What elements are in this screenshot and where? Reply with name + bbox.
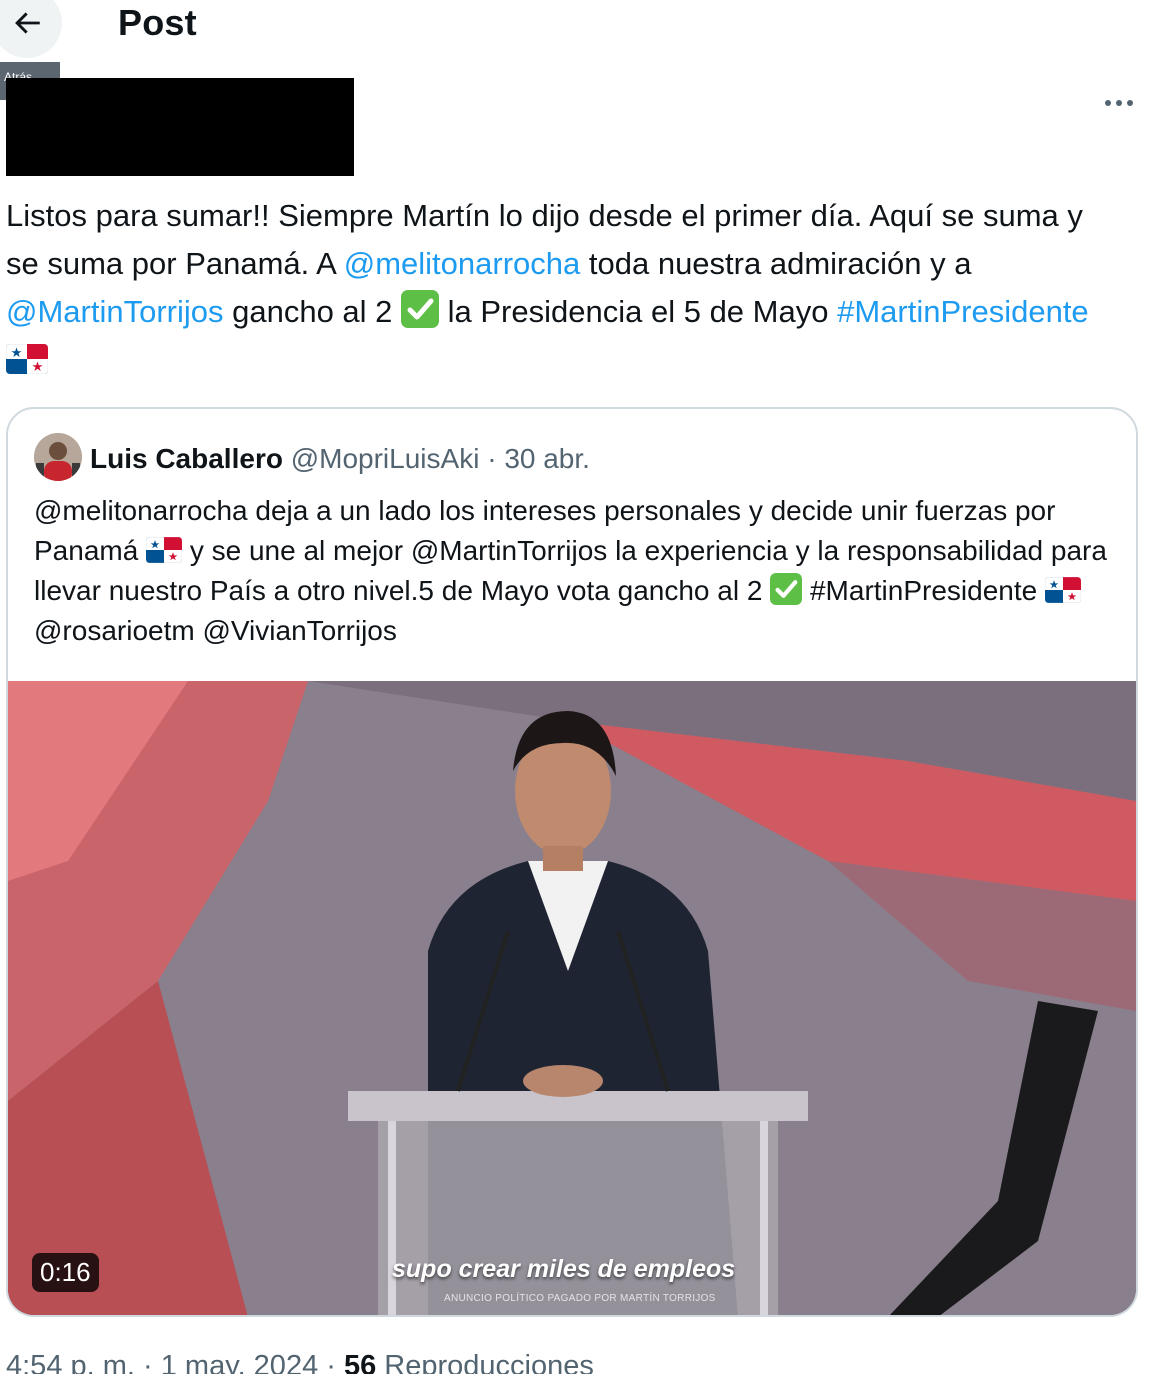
quoted-post-header: Luis Caballero @MopriLuisAki · 30 abr. [90,443,590,475]
tweet-text-part: gancho al 2 [223,294,402,329]
tweet-text-part: toda nuestra admiración y a [580,246,972,281]
post-metadata: 4:54 p. m. · 1 may. 2024 · 56 Reproducci… [6,1350,594,1374]
check-mark-emoji [770,573,803,605]
separator-dot: · [318,1350,344,1374]
more-options-button[interactable] [1100,86,1138,120]
post-time[interactable]: 4:54 p. m. [6,1350,135,1374]
quoted-post-date[interactable]: 30 abr. [504,443,590,474]
quoted-author-name[interactable]: Luis Caballero [90,443,283,474]
quoted-author-handle[interactable]: @MopriLuisAki [291,443,480,474]
arrow-left-icon [15,12,40,34]
quoted-post-card[interactable]: Luis Caballero @MopriLuisAki · 30 abr. @… [6,407,1138,1317]
separator-dot: · [487,443,497,474]
mention-link-melitonarrocha[interactable]: @melitonarrocha [344,246,581,281]
avatar[interactable] [34,433,82,481]
quoted-text-part: #MartinPresidente [802,575,1045,606]
panama-flag-emoji [1044,574,1082,604]
views-label: Reproducciones [376,1350,594,1374]
panama-flag-emoji [5,340,49,375]
post-header: Atrás Post [0,0,1174,100]
separator-dot: · [134,1350,161,1374]
post-date[interactable]: 1 may. 2024 [161,1350,318,1374]
tweet-text-part: la Presidencia el 5 de Mayo [439,294,838,329]
video-caption: supo crear miles de empleos [392,1255,736,1283]
more-horizontal-icon [1105,100,1133,106]
views-count: 56 [343,1350,377,1374]
video-player[interactable]: 0:16 supo crear miles de empleos ANUNCIO… [8,681,1136,1315]
quoted-text-part: @rosarioetm @VivianTorrijos [34,615,397,646]
redacted-author [6,78,354,176]
hashtag-link-martinpresidente[interactable]: #MartinPresidente [837,294,1089,329]
video-disclaimer: ANUNCIO POLÍTICO PAGADO POR MARTÍN TORRI… [444,1293,716,1304]
video-frame [8,681,1136,1315]
video-duration: 0:16 [32,1253,99,1292]
tweet-text: Listos para sumar!! Siempre Martín lo di… [5,192,1116,384]
quoted-post-text: @melitonarrocha deja a un lado los inter… [34,491,1124,651]
panama-flag-emoji [145,534,183,564]
back-button[interactable] [0,0,62,58]
page-title: Post [118,2,197,43]
check-mark-emoji [401,290,440,328]
mention-link-martintorrijos[interactable]: @MartinTorrijos [6,294,224,329]
